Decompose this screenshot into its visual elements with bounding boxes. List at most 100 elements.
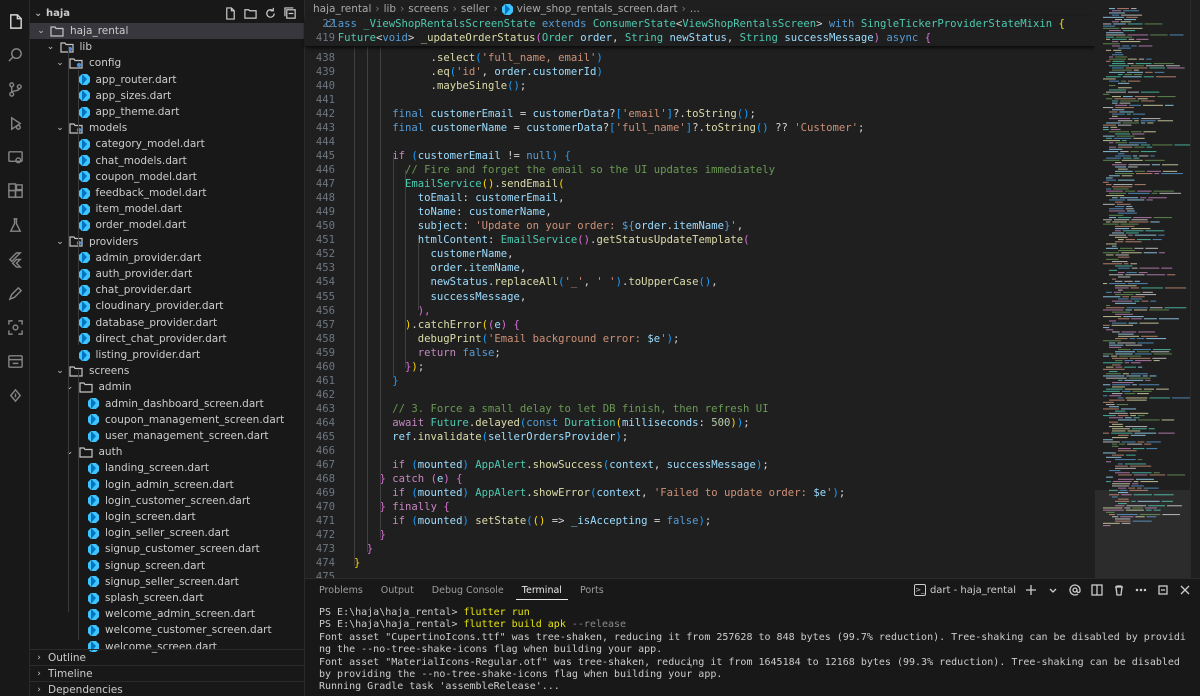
chevron-right-icon[interactable]: › (34, 653, 44, 663)
file-item[interactable]: login_admin_screen.dart (30, 477, 304, 493)
chevron-down-icon[interactable]: ⌄ (55, 58, 65, 68)
section-dependencies[interactable]: › Dependencies (30, 681, 304, 696)
code-line[interactable]: 461} (305, 374, 1095, 388)
file-item[interactable]: category_model.dart (30, 136, 304, 152)
code-line[interactable]: 454 newStatus.replaceAll('_', ' ').toUppe… (305, 275, 1095, 289)
pen-icon[interactable] (5, 283, 25, 303)
code-line[interactable]: 467 if (mounted) AppAlert.showSuccess(con… (305, 458, 1095, 472)
breadcrumb-item[interactable]: screens (408, 3, 448, 15)
file-item[interactable]: item_model.dart (30, 201, 304, 217)
code-line[interactable]: 22 class _ViewShopRentalsScreenState exte… (305, 17, 1095, 31)
file-item[interactable]: listing_provider.dart (30, 347, 304, 363)
file-item[interactable]: admin_provider.dart (30, 250, 304, 266)
search-icon[interactable] (5, 45, 25, 65)
file-item[interactable]: app_router.dart (30, 72, 304, 88)
tab-problems[interactable]: Problems (313, 582, 369, 600)
code-line[interactable]: 468} catch (e) { (305, 472, 1095, 486)
file-item[interactable]: login_screen.dart (30, 509, 304, 525)
chevron-down-icon[interactable]: ⌄ (46, 42, 56, 52)
code-line[interactable]: 449 toName: customerName, (305, 205, 1095, 219)
code-line[interactable]: 470} finally { (305, 500, 1095, 514)
code-line[interactable]: 469 if (mounted) AppAlert.showError(conte… (305, 486, 1095, 500)
code-line[interactable]: 452 customerName, (305, 247, 1095, 261)
section-outline[interactable]: › Outline (30, 649, 304, 665)
refresh-icon[interactable] (263, 6, 277, 20)
breadcrumb-item[interactable]: view_shop_rentals_screen.dart (517, 3, 678, 15)
code-line[interactable]: 439 .eq('id', order.customerId) (305, 65, 1095, 79)
file-item[interactable]: splash_screen.dart (30, 590, 304, 606)
tab-debug-console[interactable]: Debug Console (426, 582, 510, 600)
run-debug-icon[interactable] (5, 113, 25, 133)
breadcrumb-item[interactable]: ... (690, 3, 700, 15)
folder-item[interactable]: ⌄ providers (30, 234, 304, 250)
breadcrumb-item[interactable]: haja_rental (313, 3, 371, 15)
more-icon[interactable] (1134, 583, 1148, 597)
chevron-down-icon[interactable]: ⌄ (36, 26, 46, 36)
code-line[interactable]: 448 toEmail: customerEmail, (305, 191, 1095, 205)
file-item[interactable]: welcome_customer_screen.dart (30, 622, 304, 638)
code-line[interactable]: 443 final customerName = customerData?['f… (305, 121, 1095, 135)
code-line[interactable]: 419 Future<void> _updateOrderStatus(Order… (305, 31, 1095, 45)
code-line[interactable]: 455 successMessage, (305, 290, 1095, 304)
file-item[interactable]: chat_provider.dart (30, 282, 304, 298)
code-line[interactable]: 438 .select('full_name, email') (305, 51, 1095, 65)
source-control-icon[interactable] (5, 79, 25, 99)
code-line[interactable]: 456), (305, 304, 1095, 318)
workspace-root-label[interactable]: haja (46, 8, 70, 19)
file-item[interactable]: auth_provider.dart (30, 266, 304, 282)
collapse-all-icon[interactable] (283, 6, 297, 20)
file-item[interactable]: coupon_management_screen.dart (30, 412, 304, 428)
code-line[interactable]: 460}); (305, 360, 1095, 374)
trash-icon[interactable] (1112, 583, 1126, 597)
file-item[interactable]: chat_models.dart (30, 153, 304, 169)
chevron-down-icon[interactable]: ⌄ (65, 447, 75, 457)
code-line[interactable]: 453 order.itemName, (305, 261, 1095, 275)
chevron-down-icon[interactable]: ⌄ (55, 123, 65, 133)
folder-item[interactable]: ⌄ screens (30, 363, 304, 379)
editor-scrollbar[interactable] (1190, 0, 1200, 578)
file-item[interactable]: database_provider.dart (30, 315, 304, 331)
file-item[interactable]: admin_dashboard_screen.dart (30, 396, 304, 412)
chevron-down-icon[interactable]: ⌄ (34, 8, 42, 19)
file-item[interactable]: welcome_admin_screen.dart (30, 606, 304, 622)
code-line[interactable]: 471 if (mounted) setState(() => _isAccept… (305, 514, 1095, 528)
folder-item[interactable]: ⌄ lib (30, 39, 304, 55)
scan-icon[interactable] (5, 317, 25, 337)
code-line[interactable]: 440 .maybeSingle(); (305, 79, 1095, 93)
code-line[interactable]: 458 debugPrint('Email background error: $… (305, 332, 1095, 346)
file-item[interactable]: coupon_model.dart (30, 169, 304, 185)
new-folder-icon[interactable] (243, 6, 257, 20)
gitlens-icon[interactable] (5, 385, 25, 405)
section-timeline[interactable]: › Timeline (30, 665, 304, 681)
chevron-down-icon[interactable]: ⌄ (65, 382, 75, 392)
file-item[interactable]: signup_customer_screen.dart (30, 541, 304, 557)
breadcrumb-item[interactable]: seller (461, 3, 490, 15)
new-file-icon[interactable] (223, 6, 237, 20)
folder-item[interactable]: ⌄ haja_rental (30, 23, 304, 39)
code-line[interactable]: 459 return false; (305, 346, 1095, 360)
file-item[interactable]: feedback_model.dart (30, 185, 304, 201)
extensions-icon[interactable] (5, 181, 25, 201)
code-line[interactable]: 450 subject: 'Update on your order: ${ord… (305, 219, 1095, 233)
remote-explorer-icon[interactable] (5, 147, 25, 167)
code-line[interactable]: 473} (305, 542, 1095, 556)
sticky-scroll-header[interactable]: 22 class _ViewShopRentalsScreenState exte… (305, 16, 1095, 46)
terminal-selector[interactable]: >_ dart - haja_rental (913, 584, 1016, 596)
breadcrumb-item[interactable]: lib (384, 3, 397, 15)
database-icon[interactable] (5, 351, 25, 371)
file-item[interactable]: login_seller_screen.dart (30, 525, 304, 541)
file-item[interactable]: order_model.dart (30, 217, 304, 233)
file-item[interactable]: user_management_screen.dart (30, 428, 304, 444)
add-terminal-icon[interactable] (1024, 583, 1038, 597)
file-item[interactable]: signup_seller_screen.dart (30, 574, 304, 590)
code-line[interactable]: 466 (305, 444, 1095, 458)
code-line[interactable]: 447 EmailService().sendEmail( (305, 177, 1095, 191)
file-item[interactable]: cloudinary_provider.dart (30, 298, 304, 314)
tab-ports[interactable]: Ports (574, 582, 610, 600)
mention-icon[interactable] (1068, 583, 1082, 597)
chevron-down-icon[interactable]: ⌄ (55, 237, 65, 247)
chevron-right-icon[interactable]: › (34, 685, 44, 695)
chevron-down-icon[interactable]: ⌄ (55, 366, 65, 376)
tab-output[interactable]: Output (375, 582, 420, 600)
code-line[interactable]: 474} (305, 556, 1095, 570)
